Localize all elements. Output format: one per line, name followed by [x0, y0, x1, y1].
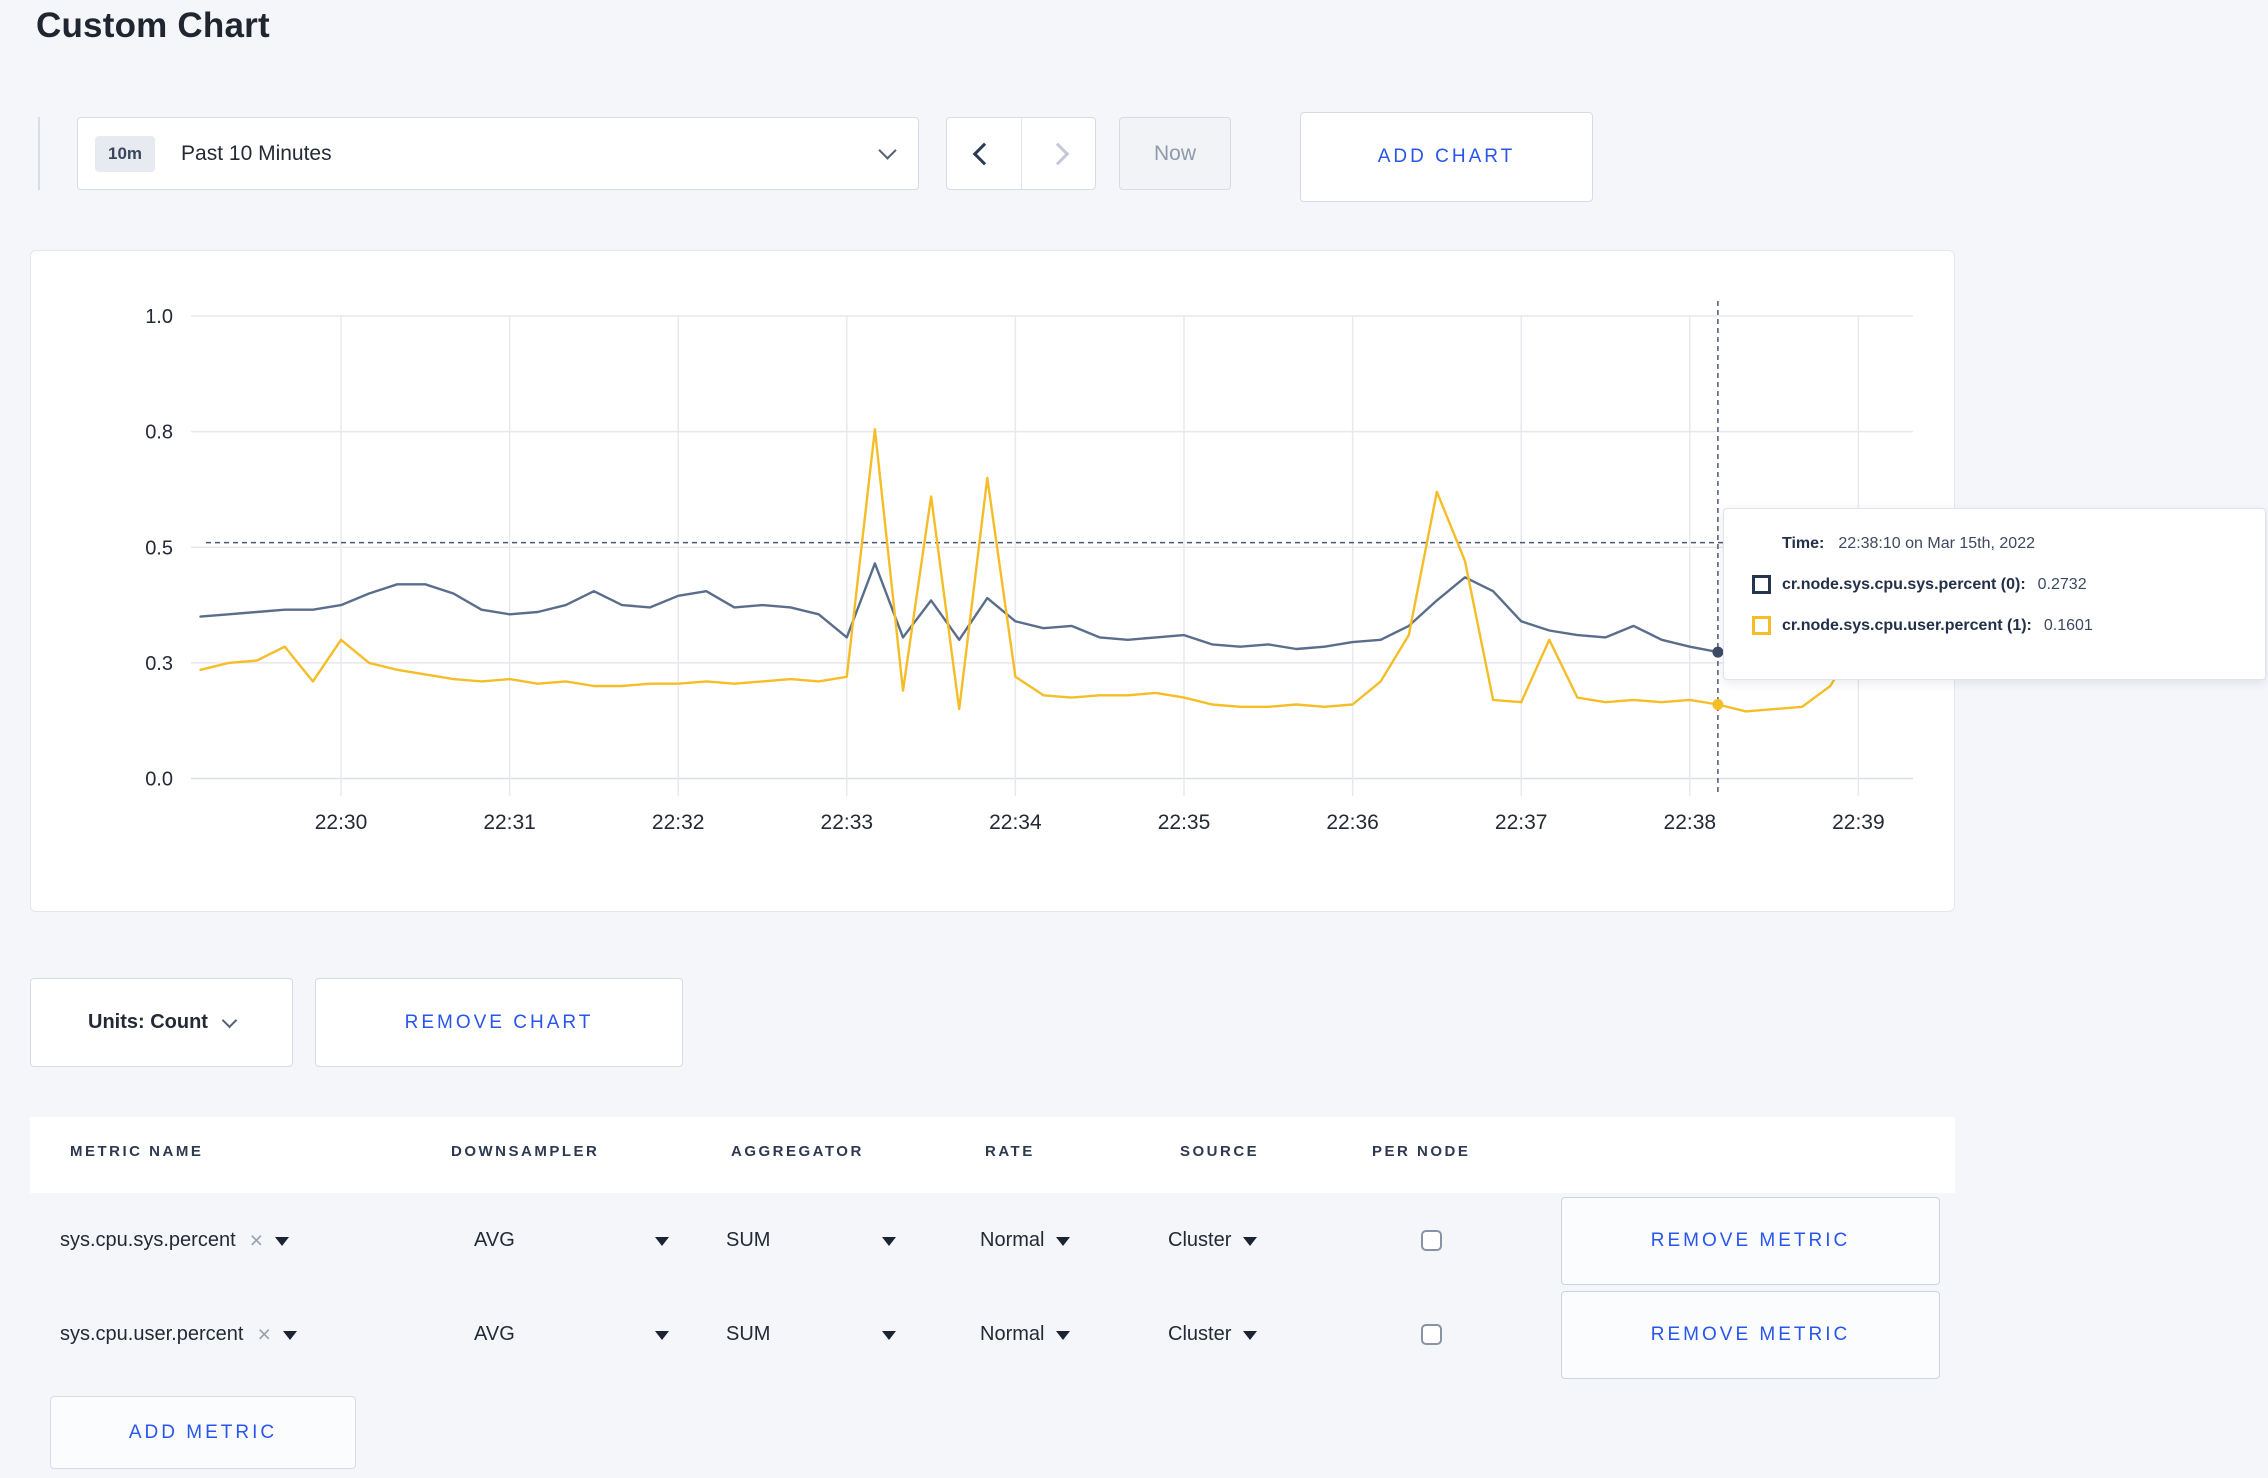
add-metric-button[interactable]: ADD METRIC — [50, 1396, 356, 1469]
column-header-per-node: PER NODE — [1372, 1143, 1471, 1160]
x-axis-tick-label: 22:35 — [1158, 811, 1211, 834]
time-range-arrows — [946, 117, 1096, 190]
units-label: Units: Count — [88, 1011, 208, 1033]
remove-chart-button[interactable]: REMOVE CHART — [315, 978, 683, 1067]
column-header-rate: RATE — [985, 1143, 1035, 1160]
series-line-0 — [199, 562, 1916, 655]
aggregator-select[interactable]: SUM — [726, 1287, 897, 1381]
tooltip-series-label: cr.node.sys.cpu.sys.percent (0): — [1782, 575, 2026, 593]
chart-plot-area[interactable]: 0.0 0.3 0.5 0.8 1.0 22:30 22:31 22:32 22:33 22:34… — [31, 251, 1954, 911]
column-header-source: SOURCE — [1180, 1143, 1260, 1160]
chart-hover-tooltip: Time: 22:38:10 on Mar 15th, 2022 cr.node… — [1723, 508, 2266, 680]
chart-card: 0.0 0.3 0.5 0.8 1.0 22:30 22:31 22:32 22:33 22:34… — [30, 250, 1955, 912]
y-axis-tick-label: 0.3 — [145, 653, 173, 675]
rate-select[interactable]: Normal — [980, 1287, 1071, 1381]
time-window-label: Past 10 Minutes — [181, 141, 332, 165]
series-line-1 — [199, 428, 1916, 713]
per-node-checkbox[interactable] — [1421, 1229, 1442, 1251]
column-header-aggregator: AGGREGATOR — [731, 1143, 864, 1160]
column-header-downsampler: DOWNSAMPLER — [451, 1143, 600, 1160]
y-axis-tick-label: 0.8 — [145, 422, 173, 444]
tooltip-series-row: cr.node.sys.cpu.user.percent (1): 0.1601 — [1752, 616, 2265, 635]
page-title: Custom Chart — [36, 6, 270, 45]
rate-select[interactable]: Normal — [980, 1193, 1071, 1287]
metric-row: sys.cpu.sys.percent × AVG SUM Normal Clu… — [30, 1193, 1955, 1287]
custom-chart-page: Custom Chart 10m Past 10 Minutes Now ADD… — [0, 0, 2268, 1478]
chevron-down-icon — [878, 141, 897, 160]
caret-down-icon — [282, 1331, 297, 1340]
x-axis-tick-label: 22:39 — [1832, 811, 1885, 834]
per-node-cell — [1421, 1287, 1442, 1381]
hover-point-dot — [1712, 646, 1724, 658]
x-axis-tick-label: 22:38 — [1664, 811, 1717, 834]
aggregator-select[interactable]: SUM — [726, 1193, 897, 1287]
tooltip-time-value: 22:38:10 on Mar 15th, 2022 — [1838, 535, 2035, 552]
series-color-swatch-icon — [1752, 575, 1771, 594]
now-button[interactable]: Now — [1119, 117, 1231, 190]
prev-range-button[interactable] — [947, 118, 1021, 189]
source-select[interactable]: Cluster — [1168, 1287, 1258, 1381]
series-color-swatch-icon — [1752, 616, 1771, 635]
time-window-dropdown[interactable]: 10m Past 10 Minutes — [77, 117, 919, 190]
y-axis-tick-label: 0.0 — [145, 769, 173, 791]
per-node-cell — [1421, 1193, 1442, 1287]
downsampler-select[interactable]: AVG — [474, 1287, 669, 1381]
add-chart-button[interactable]: ADD CHART — [1300, 112, 1593, 202]
tooltip-time-row: Time: 22:38:10 on Mar 15th, 2022 — [1782, 535, 2265, 553]
remove-metric-button[interactable]: REMOVE METRIC — [1561, 1291, 1940, 1379]
x-axis-tick-label: 22:30 — [315, 811, 368, 834]
chevron-right-icon — [1046, 142, 1070, 165]
downsampler-select[interactable]: AVG — [474, 1193, 669, 1287]
y-axis-tick-label: 1.0 — [145, 306, 173, 328]
source-select[interactable]: Cluster — [1168, 1193, 1258, 1287]
caret-down-icon — [1243, 1237, 1258, 1246]
caret-down-icon — [1056, 1237, 1071, 1246]
metrics-table-header: METRIC NAME DOWNSAMPLER AGGREGATOR RATE … — [30, 1117, 1955, 1193]
x-axis-tick-label: 22:33 — [821, 811, 874, 834]
per-node-checkbox[interactable] — [1421, 1323, 1442, 1345]
tooltip-series-label: cr.node.sys.cpu.user.percent (1): — [1782, 616, 2032, 634]
remove-metric-button[interactable]: REMOVE METRIC — [1561, 1197, 1940, 1285]
x-axis-tick-label: 22:32 — [652, 811, 705, 834]
remove-tag-icon[interactable]: × — [250, 1228, 263, 1252]
caret-down-icon — [275, 1237, 290, 1246]
x-axis-tick-label: 22:37 — [1495, 811, 1548, 834]
chevron-left-icon — [972, 142, 996, 165]
caret-down-icon — [882, 1237, 897, 1246]
hover-point-dot — [1712, 698, 1724, 710]
units-dropdown[interactable]: Units: Count — [30, 978, 293, 1067]
time-window-badge: 10m — [95, 135, 156, 172]
metric-name-select[interactable]: sys.cpu.sys.percent × — [60, 1193, 290, 1287]
tooltip-series-row: cr.node.sys.cpu.sys.percent (0): 0.2732 — [1752, 575, 2265, 594]
y-axis-tick-label: 0.5 — [145, 537, 173, 559]
metric-name-select[interactable]: sys.cpu.user.percent × — [60, 1287, 297, 1381]
caret-down-icon — [882, 1331, 897, 1340]
column-header-metric-name: METRIC NAME — [70, 1143, 204, 1160]
caret-down-icon — [1243, 1331, 1258, 1340]
metric-row: sys.cpu.user.percent × AVG SUM Normal Cl… — [30, 1287, 1955, 1381]
remove-tag-icon[interactable]: × — [257, 1322, 270, 1346]
caret-down-icon — [654, 1237, 669, 1246]
x-axis-tick-label: 22:31 — [483, 811, 536, 834]
chevron-down-icon — [221, 1012, 238, 1029]
next-range-button[interactable] — [1020, 118, 1096, 189]
tooltip-time-label: Time: — [1782, 535, 1825, 552]
x-axis-tick-label: 22:34 — [989, 811, 1042, 834]
tooltip-series-value: 0.1601 — [2043, 616, 2093, 634]
x-axis-tick-label: 22:36 — [1326, 811, 1379, 834]
caret-down-icon — [654, 1331, 669, 1340]
toolbar-divider — [38, 117, 40, 190]
tooltip-series-value: 0.2732 — [2037, 575, 2087, 593]
caret-down-icon — [1056, 1331, 1071, 1340]
